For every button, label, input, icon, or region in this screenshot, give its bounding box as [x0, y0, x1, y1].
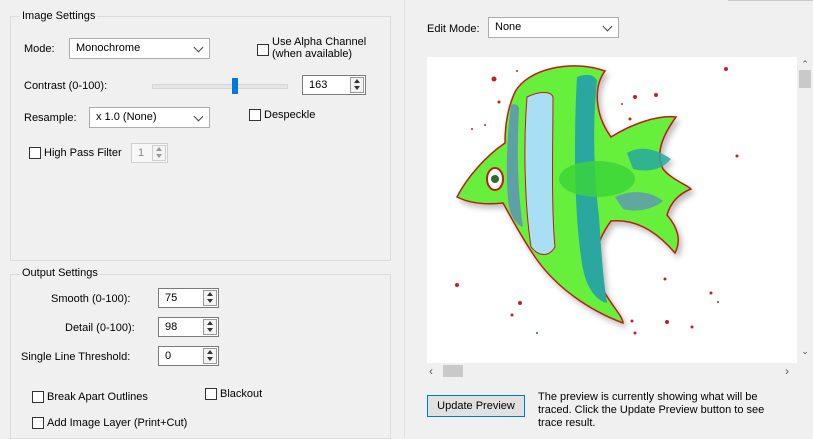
threshold-spinner-icon[interactable]	[203, 348, 217, 364]
alpha-channel-checkbox[interactable]	[257, 44, 269, 56]
add-image-layer-label: Add Image Layer (Print+Cut)	[47, 417, 188, 429]
break-apart-checkbox[interactable]	[32, 391, 44, 403]
scroll-down-arrow-icon[interactable]: ⌄	[799, 346, 811, 356]
threshold-label: Single Line Threshold:	[21, 351, 131, 363]
scroll-up-arrow-icon[interactable]: ⌃	[799, 59, 811, 69]
scroll-right-arrow-icon[interactable]: ›	[785, 365, 795, 377]
top-edge-line	[728, 0, 813, 1]
high-pass-filter-field[interactable]: 1	[131, 143, 168, 163]
contrast-slider-track	[152, 84, 288, 89]
vertical-scroll-thumb[interactable]	[799, 70, 811, 88]
blackout-label: Blackout	[220, 388, 263, 400]
preview-info-line1: The preview is currently showing what wi…	[538, 391, 758, 403]
panel-divider	[404, 0, 405, 437]
resample-select-value: x 1.0 (None)	[96, 111, 157, 123]
preview-info-line3: trace result.	[538, 417, 596, 429]
edit-mode-select-value: None	[495, 21, 522, 33]
mode-select-value: Monochrome	[76, 42, 141, 54]
contrast-slider[interactable]	[152, 78, 288, 94]
preview-info-text: The preview is currently showing what wi…	[538, 391, 764, 430]
despeckle-checkbox[interactable]	[249, 109, 261, 121]
add-image-layer-checkbox[interactable]	[32, 417, 44, 429]
alpha-channel-label-line2: (when available)	[272, 48, 353, 60]
resample-label: Resample:	[24, 112, 77, 124]
scroll-left-arrow-icon[interactable]: ‹	[429, 365, 439, 377]
threshold-field[interactable]: 0	[158, 346, 219, 366]
threshold-value: 0	[165, 350, 172, 362]
detail-label: Detail (0-100):	[65, 322, 135, 334]
preview-horizontal-scrollbar[interactable]: ‹ ›	[427, 363, 797, 379]
contrast-value-field[interactable]: 163	[302, 75, 366, 95]
resample-select[interactable]: x 1.0 (None)	[89, 107, 210, 128]
image-settings-title: Image Settings	[20, 10, 98, 22]
detail-value: 98	[165, 321, 178, 333]
chevron-down-icon	[193, 42, 204, 53]
mode-label: Mode:	[24, 43, 55, 55]
preview-info-line2: traced. Click the Update Preview button …	[538, 404, 765, 416]
chevron-down-icon	[193, 111, 204, 122]
contrast-value: 163	[309, 79, 328, 91]
mode-select[interactable]: Monochrome	[69, 38, 210, 59]
edit-mode-select[interactable]: None	[488, 17, 619, 38]
output-settings-title: Output Settings	[20, 267, 100, 279]
smooth-spinner-icon[interactable]	[203, 290, 217, 306]
high-pass-filter-label: High Pass Filter	[44, 147, 122, 159]
edit-mode-label: Edit Mode:	[427, 23, 480, 35]
contrast-label: Contrast (0-100):	[24, 80, 108, 92]
preview-canvas[interactable]	[427, 57, 797, 363]
despeckle-label: Despeckle	[264, 109, 316, 121]
chevron-down-icon	[602, 21, 613, 32]
smooth-field[interactable]: 75	[158, 288, 219, 308]
smooth-value: 75	[165, 292, 178, 304]
horizontal-scroll-thumb[interactable]	[443, 365, 463, 377]
contrast-slider-thumb[interactable]	[232, 78, 238, 94]
break-apart-label: Break Apart Outlines	[47, 391, 148, 403]
detail-field[interactable]: 98	[158, 317, 219, 337]
smooth-label: Smooth (0-100):	[51, 293, 131, 305]
high-pass-filter-checkbox[interactable]	[29, 147, 41, 159]
high-pass-spinner-icon[interactable]	[152, 145, 166, 161]
angelfish-image	[455, 65, 739, 335]
detail-spinner-icon[interactable]	[203, 319, 217, 335]
preview-vertical-scrollbar[interactable]: ⌃ ⌄	[797, 57, 813, 363]
blackout-checkbox[interactable]	[205, 388, 217, 400]
high-pass-filter-value: 1	[138, 147, 145, 159]
update-preview-button[interactable]: Update Preview	[427, 395, 525, 417]
contrast-spinner-icon[interactable]	[350, 77, 364, 93]
alpha-channel-label-line1: Use Alpha Channel	[272, 36, 367, 48]
alpha-channel-label: Use Alpha Channel (when available)	[272, 36, 366, 60]
